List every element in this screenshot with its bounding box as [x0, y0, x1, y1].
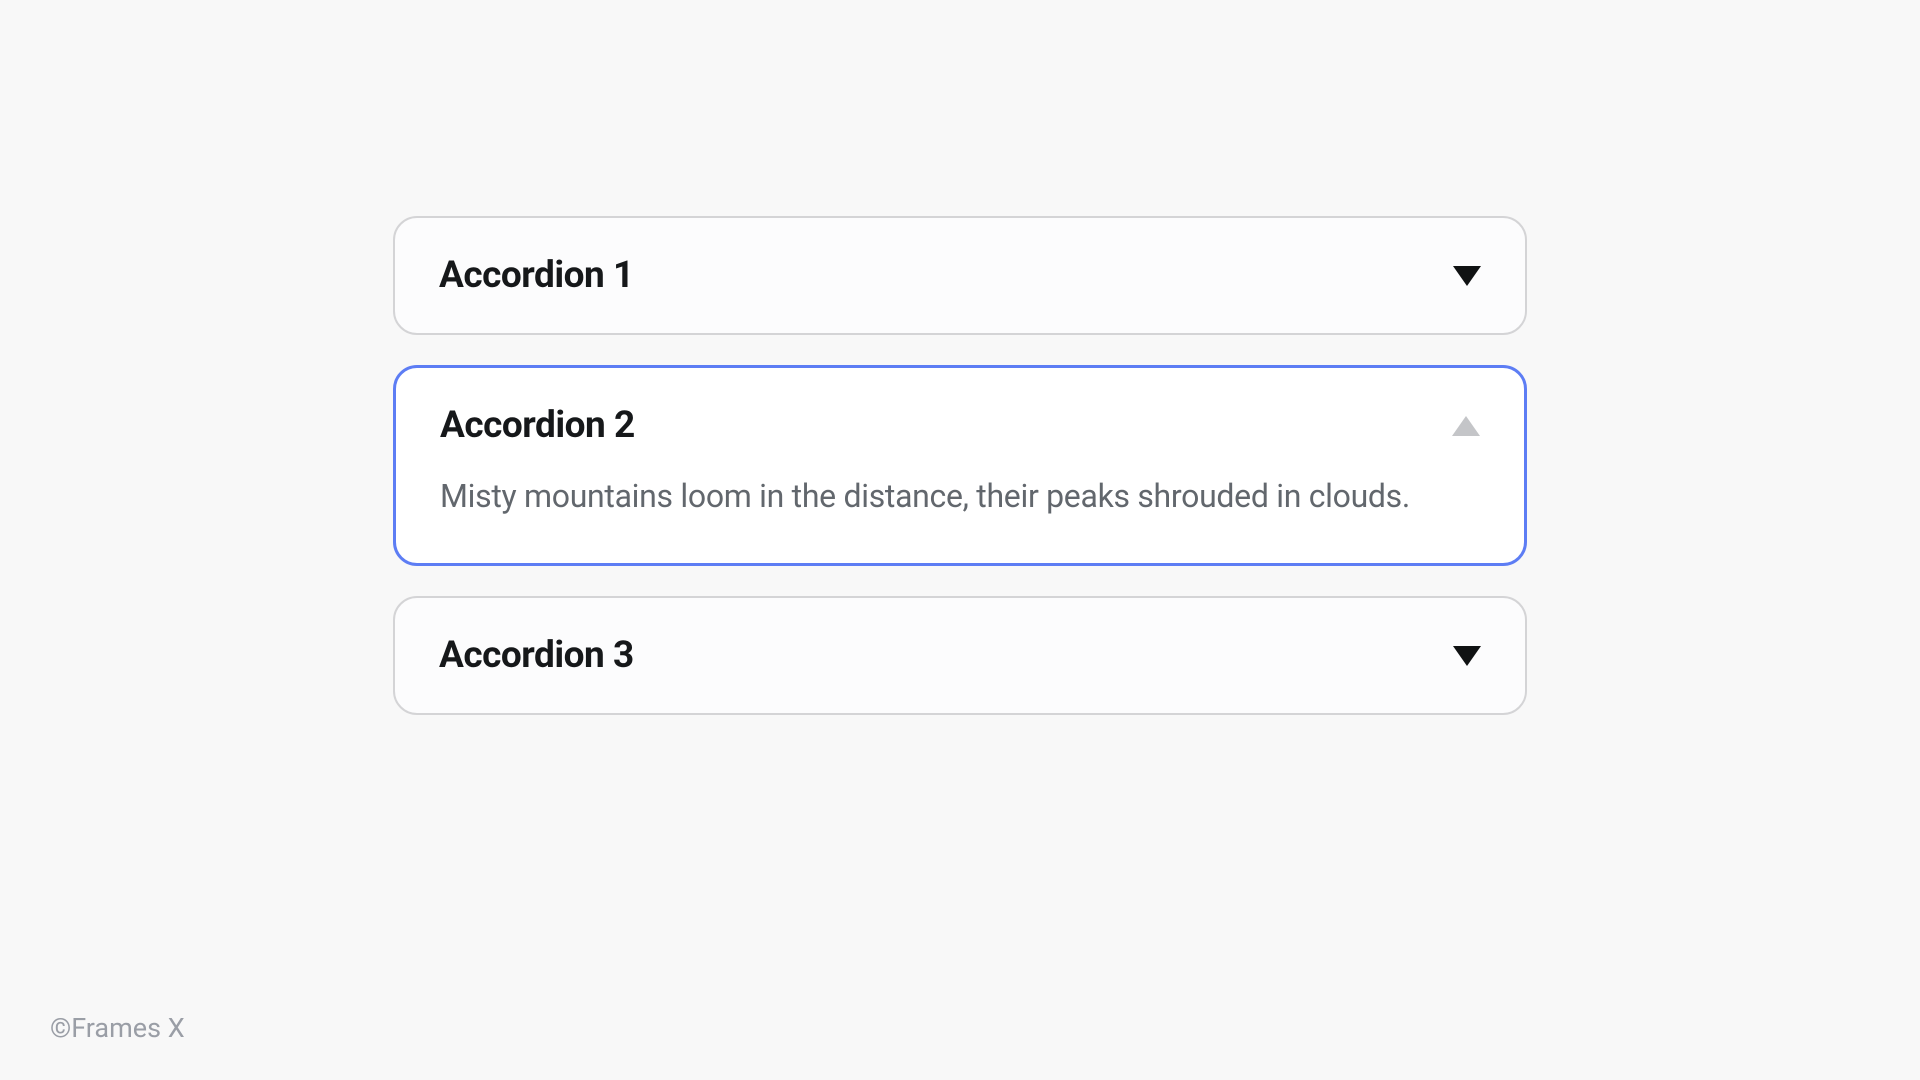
- chevron-up-icon: [1452, 416, 1480, 436]
- accordion-container: Accordion 1 Accordion 2 Misty mountains …: [393, 216, 1527, 715]
- accordion-item-2[interactable]: Accordion 2 Misty mountains loom in the …: [393, 365, 1527, 566]
- accordion-header: Accordion 2: [440, 404, 1480, 447]
- chevron-down-icon: [1453, 646, 1481, 666]
- accordion-title: Accordion 2: [440, 404, 635, 447]
- accordion-header: Accordion 3: [439, 634, 1481, 677]
- chevron-down-icon: [1453, 266, 1481, 286]
- accordion-item-1[interactable]: Accordion 1: [393, 216, 1527, 335]
- accordion-title: Accordion 3: [439, 634, 634, 677]
- accordion-item-3[interactable]: Accordion 3: [393, 596, 1527, 715]
- copyright-text: ©Frames X: [50, 1012, 185, 1044]
- accordion-title: Accordion 1: [439, 254, 634, 297]
- accordion-header: Accordion 1: [439, 254, 1481, 297]
- accordion-content: Misty mountains loom in the distance, th…: [440, 469, 1480, 523]
